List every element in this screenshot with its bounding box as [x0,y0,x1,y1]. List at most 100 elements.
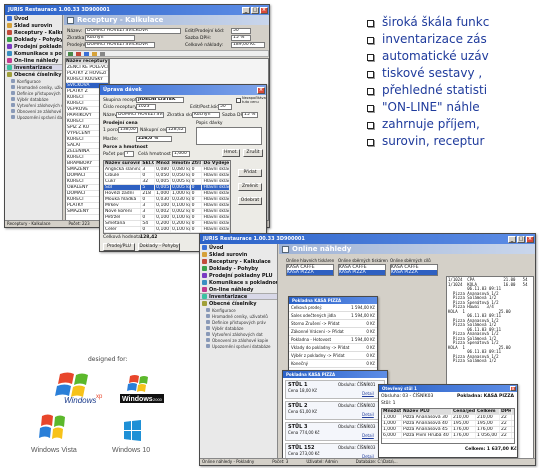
table-cell: 0,030 [156,197,171,202]
filter-option-selected[interactable]: KASA PIZZA [339,270,385,275]
sidebar-item[interactable]: On-line náhledy [200,286,277,293]
portions-count-field[interactable]: 7 [124,151,134,157]
print-icon[interactable] [92,51,97,56]
filter-icon[interactable] [100,51,105,56]
table-cell: Anglická slanina [105,167,142,172]
settings-icon [206,308,210,312]
filter-listbox[interactable]: KASA CAFFE KASA PIZZA [338,264,386,276]
sidebar-subitem[interactable]: Obnovení ze zálohové kopie [200,337,277,343]
sidebar-item[interactable]: Doklady - Pohyby [5,36,62,43]
sidebar-subitem[interactable]: Hromadné ceníky, uživatelů [200,313,277,319]
minimize-icon[interactable]: _ [242,6,250,14]
windows-vista-logo: Windows Vista [28,412,78,456]
monitor-icon [282,245,289,253]
close-icon[interactable]: × [526,235,534,243]
group-field[interactable]: JIDELNÍ LÍSTEK [136,97,184,103]
table-cell: 0,080 kg [171,167,191,172]
sidebar-item[interactable]: Úvod [5,15,62,22]
margin-field[interactable]: 226,0 % [136,136,172,142]
sidebar-item[interactable]: Obecné číselníky [5,71,62,78]
sidebar-item[interactable]: Prodejní pokladny PLU [200,272,277,279]
sidebar-item[interactable]: Receptury - Kalkulace [200,258,277,265]
sidebar-item[interactable]: Inventarizace [200,293,277,300]
change-button[interactable]: Změnit [238,183,262,191]
recipe-vat-field[interactable]: 15 % [231,35,251,41]
delete-icon[interactable] [76,51,81,56]
sidebar-item[interactable]: On-line náhledy [5,57,62,64]
sidebar-subitem[interactable]: Upozornění správní databáze [200,343,277,349]
register-summary-titlebar[interactable]: Pokladna KASA PIZZA [289,297,377,304]
filter-option-selected[interactable]: KASA PIZZA [391,270,437,275]
sidebar-subitem-label: Definice přístupových práv [17,90,62,96]
exclude-price-checkbox[interactable] [236,98,241,103]
purchase-price-field[interactable]: 128,42 [166,127,186,133]
dialog-vat-field[interactable]: 15 % [242,112,258,118]
open-table-detail-link[interactable]: Detail [362,391,374,396]
recipe-edit-dialog-titlebar[interactable]: Úprava dávek × [100,85,266,95]
table-cell [141,233,155,234]
sidebar-item-label: Prodejní pokladny PLU [209,272,273,279]
table-row[interactable]: 6,000 Pizza Pivní Hrubá 40 176,00 1 056,00 2… [382,433,514,439]
sidebar-subitem[interactable]: Definice přístupových práv [200,319,277,325]
remove-button[interactable]: Odebrat [238,197,262,205]
recipes-window-titlebar[interactable]: JURIS Restaurace 1.00.33 3D900001 _ □ × [5,5,269,15]
table-detail-titlebar[interactable]: Otevřený stůl 1 × [379,385,517,392]
settings-icon [11,85,15,89]
sidebar-item[interactable]: Obecné číselníky [200,300,277,307]
table-cell: 3 [141,203,156,208]
recipe-vat-label: Sazba DPH: [185,36,212,41]
dialog-name-field[interactable]: DOMÁCÍ HOVĚZÍ SVÍČKOVÁ [116,112,164,118]
table-detail-window: Otevřený stůl 1 × Obsluha: 03 - ČÍŠNÍK03… [378,384,518,458]
table-cell: 210,00 [476,415,500,420]
sidebar-item[interactable]: Komunikace s pokladnou [200,279,277,286]
recipe-cost-field[interactable]: 189,00 Kč [231,42,265,48]
sidebar-item[interactable]: Prodejní pokladny PLU [5,43,62,50]
maximize-icon[interactable]: □ [251,6,259,14]
add-button[interactable]: Přidat [238,169,262,177]
filter-option-selected[interactable]: KASA PIZZA [287,270,333,275]
sidebar-item[interactable]: Sklad surovin [200,251,277,258]
sidebar-item[interactable]: Úvod [200,244,277,251]
sidebar-item[interactable]: Receptury - Kalkulace [5,29,62,36]
cancel-button[interactable]: Zrušit [243,149,263,157]
bullet-square-icon [367,20,374,27]
open-table-card[interactable]: STŮL 2 Obsluha: ČÍŠNÍK02 Cena 61,00 Kč Deta… [285,401,385,420]
recipe-group-field[interactable]: Kuchyň [85,35,135,41]
close-icon[interactable]: × [257,86,265,94]
edit-icon[interactable] [84,51,89,56]
sidebar-item[interactable]: Doklady - Pohyby [200,265,277,272]
sidebar-item[interactable]: Sklad surovin [5,22,62,29]
open-tables-titlebar[interactable]: Pokladna KASA PIZZA [283,371,387,378]
close-icon[interactable]: × [510,386,516,391]
edit-code-field[interactable]: 50 [218,104,232,110]
weight-button[interactable]: Hmot. [222,149,240,157]
maximize-icon[interactable]: □ [517,235,525,243]
recipe-name-field[interactable]: DOMÁCÍ HOVĚZÍ SVÍČKOVÁ [85,28,181,34]
weight-field[interactable]: 1,600 [172,151,190,157]
group-short-field[interactable]: Kuchyň [192,112,220,118]
documents-button[interactable]: Doklady - Pohyby [138,243,180,251]
sidebar-subitem[interactable]: Upozornění správní databáze [5,114,62,120]
minimize-icon[interactable]: _ [508,235,516,243]
description-field[interactable] [196,127,262,145]
open-table-card[interactable]: STŮL 1 Obsluha: ČÍŠNÍK01 Cena 18,00 Kč Deta… [285,380,385,399]
open-table-card[interactable]: STŮL 3 Obsluha: ČÍŠNÍK03 Cena 774,00 Kč Det… [285,422,385,441]
recipe-number-field[interactable]: 1023 [136,104,156,110]
recipe-sale-name-field[interactable]: DOMÁCÍ HOVĚZÍ SVÍČKOVÁ [85,42,155,48]
sidebar-item-label: Komunikace s pokladnou [209,279,277,286]
portion-price-field[interactable]: 138,00 [118,127,138,133]
open-table-detail-link[interactable]: Detail [362,433,374,438]
recipe-edit-field[interactable]: 50 [231,28,251,34]
close-icon[interactable]: × [260,6,268,14]
plu-sale-button[interactable]: Prodej/PLU [103,243,135,251]
open-table-detail-link[interactable]: Detail [362,412,374,417]
table-detail-grid: MnožstvíNázev PLUCena/jedn.CelkemDPH 1,00… [381,408,515,444]
add-icon[interactable] [68,51,73,56]
filter-listbox[interactable]: KASA CAFFE KASA PIZZA [286,264,334,276]
sidebar-item[interactable]: Komunikace s pokladnou [5,50,62,57]
online-window-titlebar[interactable]: JURIS Restaurace 1.00.33 3D900001 _ □ × [200,234,535,244]
grid-header-cell: Hmotnost [171,161,191,166]
filter-listbox[interactable]: KASA CAFFE KASA PIZZA [390,264,438,276]
table-cell: 1,000 [382,427,402,432]
sidebar-item[interactable]: Inventarizace [5,64,62,71]
